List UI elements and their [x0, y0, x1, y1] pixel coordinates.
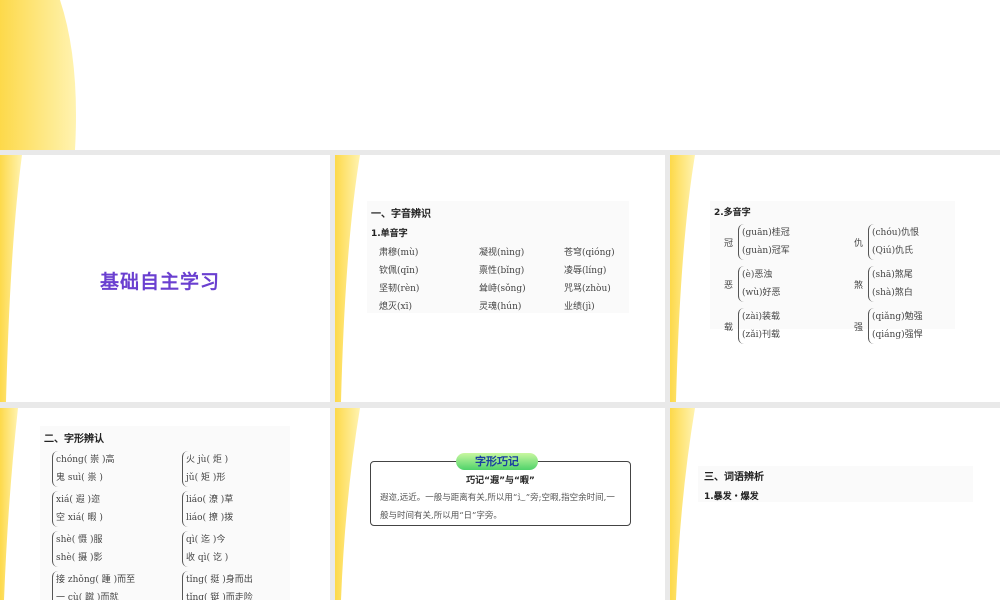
reading: (qiáng)强悍 [872, 330, 923, 340]
polyphonic-group: 仇 (chóu)仇恨 (Qiú)仇氏 [854, 224, 964, 260]
word-item: 耸峙(sǒng) [479, 284, 526, 294]
tip-body: 遐迩,远近。一般与距离有关,所以用“辶”旁;空暇,指空余时间,一般与时间有关,所… [380, 493, 615, 521]
pair-line: 空 xiá( 暇 ) [56, 513, 103, 523]
reading: (qiǎng)勉强 [872, 312, 923, 322]
reading: (è)恶浊 [742, 270, 773, 280]
word-item: 钦佩(qīn) [379, 266, 419, 276]
reading: (chóu)仇恨 [872, 228, 920, 238]
reading: (wù)好恶 [742, 288, 781, 298]
shape-pair: xiá( 遐 )迩空 xiá( 暇 ) [52, 491, 182, 527]
word-item: 灵魂(hún) [479, 302, 522, 312]
pair-line: liáo( 撩 )拨 [186, 513, 234, 523]
subheading: 1.单音字 [371, 229, 408, 239]
polyphonic-group: 冠 (guān)桂冠 (guàn)冠军 [724, 224, 854, 260]
pair-line: tǐng( 挺 )身而出 [186, 575, 253, 585]
subheading: 1.暴发・爆发 [704, 492, 759, 502]
reading: (zài)装载 [742, 312, 781, 322]
group-char: 载 [724, 322, 734, 333]
yellow-decoration [0, 0, 76, 150]
shape-pair: tǐng( 挺 )身而出 tǐng( 铤 )而走险 [182, 571, 292, 600]
slide-title-text: 基础自主学习 [100, 271, 221, 293]
reading: (guàn)冠军 [742, 246, 790, 256]
reading: (shā)煞尾 [872, 270, 913, 280]
pair-line: 接 zhǒng( 踵 )而至 [56, 575, 136, 585]
word-item: 肃穆(mù) [379, 248, 419, 258]
brace-list: (è)恶浊 (wù)好恶 [738, 266, 781, 302]
slide-single-pronunciation[interactable]: 一、字音辨识 1.单音字 肃穆(mù) 凝视(nìng) 苍穹(qióng) 钦佩(q… [335, 155, 665, 402]
pair-line: 一 cù( 蹴 )而就 [56, 593, 119, 600]
section-heading: 二、字形辨认 [44, 434, 104, 445]
pair-line: 火 jù( 炬 ) [186, 455, 229, 465]
tip-badge: 字形巧记 [456, 453, 538, 470]
word-item: 凝视(nìng) [479, 248, 525, 258]
pair-line: 收 qì( 讫 ) [186, 553, 229, 563]
pair-line: liáo( 潦 )草 [186, 495, 234, 505]
polyphonic-group: 强 (qiǎng)勉强 (qiáng)强悍 [854, 308, 964, 344]
word-item: 熄灭(xī) [379, 302, 412, 312]
yellow-decoration [335, 408, 360, 600]
section-heading: 一、字音辨识 [371, 209, 431, 220]
polyphonic-group: 载 (zài)装载 (zǎi)刊载 [724, 308, 854, 344]
brace-list: (qiǎng)勉强 (qiáng)强悍 [868, 308, 923, 344]
word-grid: 肃穆(mù) 凝视(nìng) 苍穹(qióng) 钦佩(qīn) 禀性(bǐng) 凌辱… [379, 245, 625, 312]
shape-pair: liáo( 潦 )草 liáo( 撩 )拨 [182, 491, 292, 527]
shape-pair: 接 zhǒng( 踵 )而至一 cù( 蹴 )而就 [52, 571, 182, 600]
yellow-decoration [0, 408, 18, 600]
pair-line: qì( 迄 )今 [186, 535, 226, 545]
group-char: 煞 [854, 280, 864, 291]
brace-list: (zài)装载 (zǎi)刊载 [738, 308, 780, 344]
polyphonic-group: 恶 (è)恶浊 (wù)好恶 [724, 266, 854, 302]
pairs-grid: chóng( 崇 )高鬼 suì( 祟 ) 火 jù( 炬 ) jǔ( 矩 )形 xi… [52, 451, 286, 600]
content-box: 2.多音字 冠 (guān)桂冠 (guàn)冠军 仇 (chóu)仇恨 (Qiú)仇氏恶… [710, 201, 955, 344]
content-box: 二、字形辨认 chóng( 崇 )高鬼 suì( 祟 ) 火 jù( 炬 ) jǔ(… [40, 426, 290, 600]
word-item: 业绩(jì) [564, 302, 595, 312]
brace-list: (chóu)仇恨 (Qiú)仇氏 [868, 224, 919, 260]
pair-line: xiá( 遐 )迩 [56, 495, 101, 505]
pair-line: jǔ( 矩 )形 [186, 473, 226, 483]
content-box: 三、词语辨析 1.暴发・爆发 [698, 466, 973, 502]
shape-pair: qì( 迄 )今收 qì( 讫 ) [182, 531, 292, 567]
slide-character-shape[interactable]: 二、字形辨认 chóng( 崇 )高鬼 suì( 祟 ) 火 jù( 炬 ) jǔ(… [0, 408, 330, 600]
content-box: 一、字音辨识 1.单音字 肃穆(mù) 凝视(nìng) 苍穹(qióng) 钦佩(q… [367, 201, 629, 313]
pair-line: 鬼 suì( 祟 ) [56, 473, 103, 483]
word-item: 凌辱(líng) [564, 266, 607, 276]
group-char: 强 [854, 322, 864, 333]
word-item: 禀性(bǐng) [479, 266, 525, 276]
subheading: 2.多音字 [714, 208, 751, 218]
polyphonic-grid: 冠 (guān)桂冠 (guàn)冠军仇 (chóu)仇恨 (Qiú)仇氏恶 (è)恶浊(… [724, 224, 951, 344]
word-item: 苍穹(qióng) [564, 248, 615, 258]
pair-line: tǐng( 铤 )而走险 [186, 593, 253, 600]
section-heading: 三、词语辨析 [704, 472, 764, 483]
pair-line: chóng( 崇 )高 [56, 455, 115, 465]
slide-memory-tip[interactable]: 字形巧记 巧记“遐”与“暇” 遐迩,远近。一般与距离有关,所以用“辶”旁;空暇,… [335, 408, 665, 600]
yellow-decoration [0, 155, 22, 402]
shape-pair: 火 jù( 炬 ) jǔ( 矩 )形 [182, 451, 292, 487]
reading: (zǎi)刊载 [742, 330, 781, 340]
reading: (shà)煞白 [872, 288, 913, 298]
word-item: 咒骂(zhòu) [564, 284, 611, 294]
brace-list: (shā)煞尾 (shà)煞白 [868, 266, 913, 302]
polyphonic-group: 煞 (shā)煞尾 (shà)煞白 [854, 266, 964, 302]
reading: (guān)桂冠 [742, 228, 790, 238]
slide-title[interactable]: 基础自主学习 [0, 155, 330, 402]
group-char: 恶 [724, 280, 734, 291]
group-char: 仇 [854, 238, 864, 249]
pair-line: shè( 摄 )影 [56, 553, 103, 563]
word-item: 坚韧(rèn) [379, 284, 420, 294]
yellow-decoration [670, 155, 695, 402]
reading: (Qiú)仇氏 [872, 246, 914, 256]
slide-polyphonic[interactable]: 2.多音字 冠 (guān)桂冠 (guàn)冠军 仇 (chóu)仇恨 (Qiú)仇氏恶… [670, 155, 1000, 402]
shape-pair: shè( 慑 )服 shè( 摄 )影 [52, 531, 182, 567]
yellow-decoration [670, 408, 695, 600]
slide-word-analysis[interactable]: 三、词语辨析 1.暴发・爆发 [670, 408, 1000, 600]
pair-line: shè( 慑 )服 [56, 535, 103, 545]
shape-pair: chóng( 崇 )高鬼 suì( 祟 ) [52, 451, 182, 487]
tip-box: 字形巧记 巧记“遐”与“暇” 遐迩,远近。一般与距离有关,所以用“辶”旁;空暇,… [370, 453, 631, 526]
slide-partial-top[interactable] [0, 0, 1000, 150]
brace-list: (guān)桂冠 (guàn)冠军 [738, 224, 790, 260]
group-char: 冠 [724, 238, 734, 249]
tip-title: 巧记“遐”与“暇” [466, 476, 535, 486]
